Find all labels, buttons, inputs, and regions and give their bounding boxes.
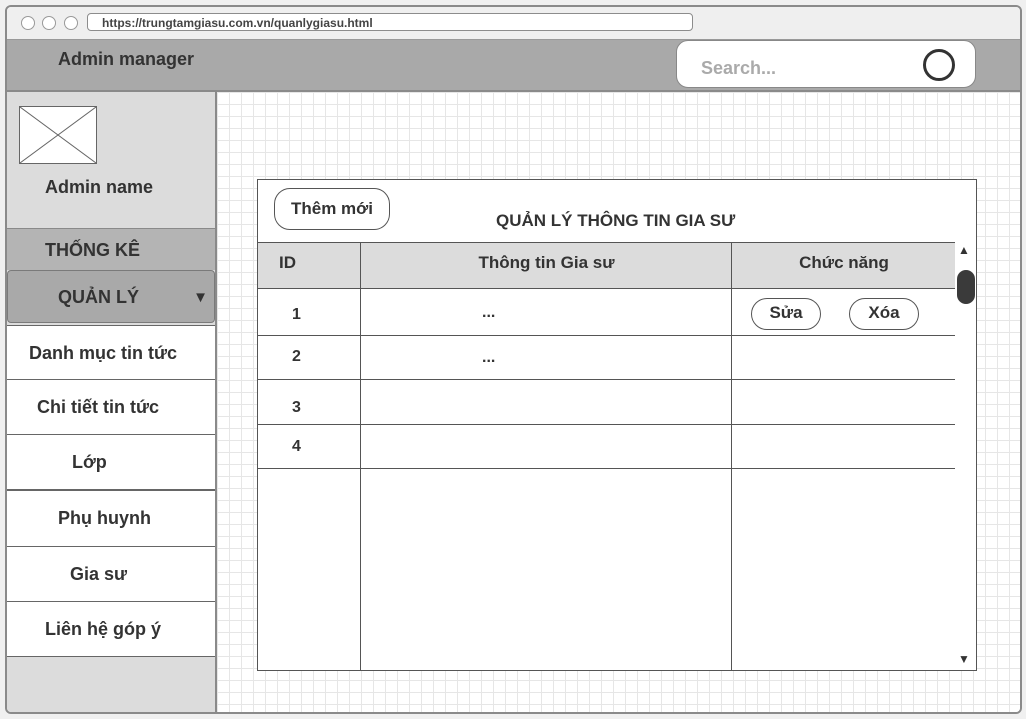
sidebar-item-tutors[interactable]: Gia sư xyxy=(7,547,215,602)
search-icon[interactable] xyxy=(923,49,955,81)
column-header-info: Thông tin Gia sư xyxy=(361,242,732,289)
window-minimize-dot[interactable] xyxy=(42,16,56,30)
browser-chrome: https://trungtamgiasu.com.vn/quanlygiasu… xyxy=(7,7,1020,40)
sidebar-item-news-detail[interactable]: Chi tiết tin tức xyxy=(7,380,215,435)
sidebar-section-manage-label: QUẢN LÝ xyxy=(58,287,139,307)
tutor-management-panel: Thêm mới QUẢN LÝ THÔNG TIN GIA SƯ ID Thô… xyxy=(257,179,977,671)
app-header: Admin manager Search... xyxy=(7,40,1020,92)
add-new-button[interactable]: Thêm mới xyxy=(274,188,390,230)
column-divider xyxy=(360,242,361,670)
search-box[interactable]: Search... xyxy=(676,40,976,88)
sidebar: Admin name THỐNG KÊ QUẢN LÝ ▼ Danh mục t… xyxy=(7,92,217,712)
app-title: Admin manager xyxy=(58,49,195,69)
address-bar[interactable]: https://trungtamgiasu.com.vn/quanlygiasu… xyxy=(87,13,693,31)
sidebar-item-class[interactable]: Lớp xyxy=(7,435,215,490)
column-header-actions: Chức năng xyxy=(732,242,956,289)
scroll-up-icon[interactable]: ▲ xyxy=(958,243,970,257)
scroll-down-icon[interactable]: ▼ xyxy=(958,652,970,666)
sidebar-item-news-category[interactable]: Danh mục tin tức xyxy=(7,325,215,380)
sidebar-section-manage[interactable]: QUẢN LÝ ▼ xyxy=(7,270,215,323)
delete-button[interactable]: Xóa xyxy=(849,298,919,330)
chevron-down-icon[interactable]: ▼ xyxy=(193,271,208,324)
row-1-info: ... xyxy=(482,304,496,321)
window-close-dot[interactable] xyxy=(21,16,35,30)
main-area: Thêm mới QUẢN LÝ THÔNG TIN GIA SƯ ID Thô… xyxy=(217,92,1020,712)
row-4-id: 4 xyxy=(292,438,301,455)
browser-window: https://trungtamgiasu.com.vn/quanlygiasu… xyxy=(5,5,1022,714)
column-header-id: ID xyxy=(258,242,361,289)
row-3-id: 3 xyxy=(292,399,301,416)
row-divider xyxy=(258,335,956,336)
column-divider xyxy=(731,242,732,670)
row-divider xyxy=(258,379,956,380)
table-scrollbar[interactable]: ▲ ▼ xyxy=(955,242,976,670)
scrollbar-thumb[interactable] xyxy=(957,270,975,304)
row-2-id: 2 xyxy=(292,348,301,365)
row-divider xyxy=(258,468,956,469)
sidebar-item-parents[interactable]: Phụ huynh xyxy=(7,490,215,547)
edit-button[interactable]: Sửa xyxy=(751,298,821,330)
search-input[interactable]: Search... xyxy=(701,58,776,79)
row-1-id: 1 xyxy=(292,306,301,323)
window-maximize-dot[interactable] xyxy=(64,16,78,30)
avatar xyxy=(19,106,97,164)
page-title: QUẢN LÝ THÔNG TIN GIA SƯ xyxy=(496,211,736,230)
row-2-info: ... xyxy=(482,349,496,366)
admin-name: Admin name xyxy=(45,177,154,197)
row-divider xyxy=(258,424,956,425)
sidebar-section-stats[interactable]: THỐNG KÊ xyxy=(7,228,215,270)
sidebar-item-feedback[interactable]: Liên hệ góp ý xyxy=(7,602,215,657)
